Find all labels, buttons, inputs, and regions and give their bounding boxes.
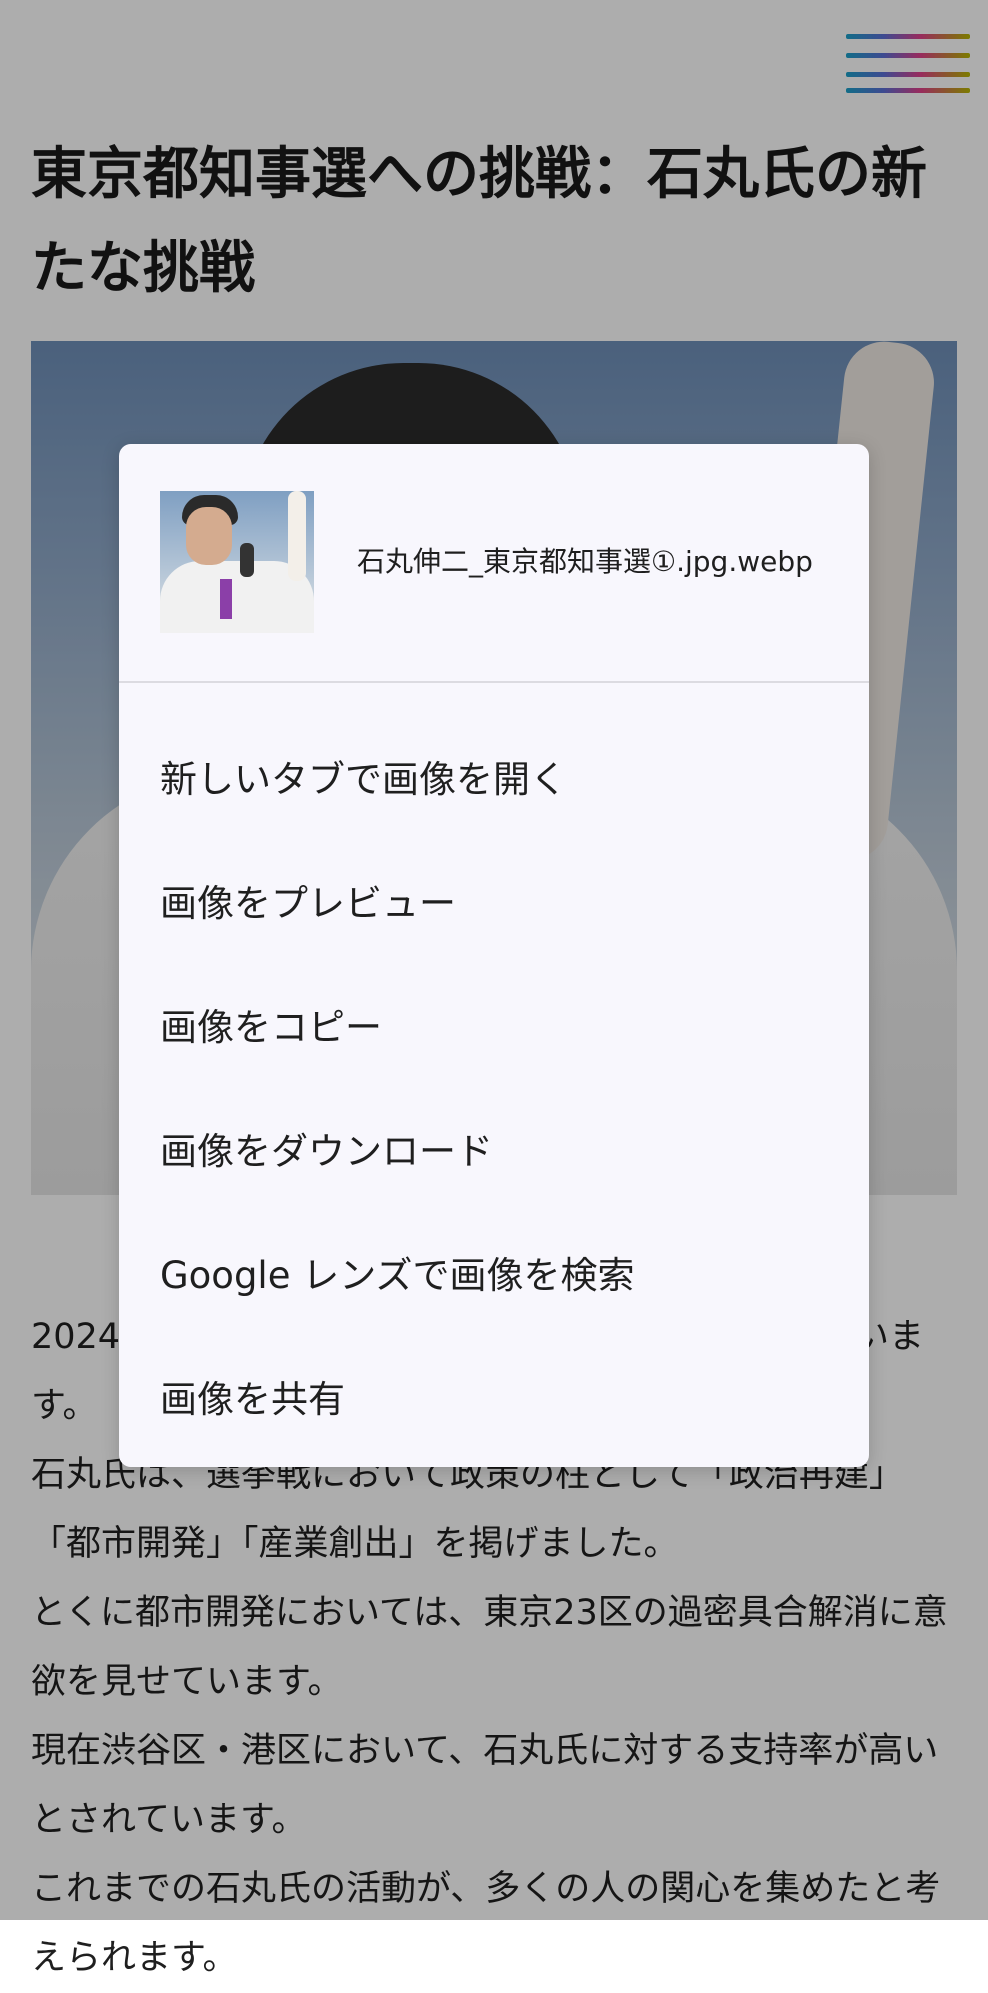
menu-item-share-image[interactable]: 画像を共有 xyxy=(119,1334,869,1458)
menu-item-open-in-new-tab[interactable]: 新しいタブで画像を開く xyxy=(119,714,869,838)
context-menu-list: 新しいタブで画像を開く 画像をプレビュー 画像をコピー 画像をダウンロード Go… xyxy=(119,714,869,1458)
menu-item-copy-image[interactable]: 画像をコピー xyxy=(119,962,869,1086)
menu-item-preview-image[interactable]: 画像をプレビュー xyxy=(119,838,869,962)
image-context-menu: 石丸伸二_東京都知事選①.jpg.webp 新しいタブで画像を開く 画像をプレビ… xyxy=(119,444,869,1467)
context-menu-header: 石丸伸二_東京都知事選①.jpg.webp xyxy=(119,444,869,681)
image-thumbnail xyxy=(160,491,314,633)
menu-item-download-image[interactable]: 画像をダウンロード xyxy=(119,1086,869,1210)
divider xyxy=(119,681,869,683)
image-filename: 石丸伸二_東京都知事選①.jpg.webp xyxy=(357,545,813,578)
menu-item-search-with-google-lens[interactable]: Google レンズで画像を検索 xyxy=(119,1210,869,1334)
